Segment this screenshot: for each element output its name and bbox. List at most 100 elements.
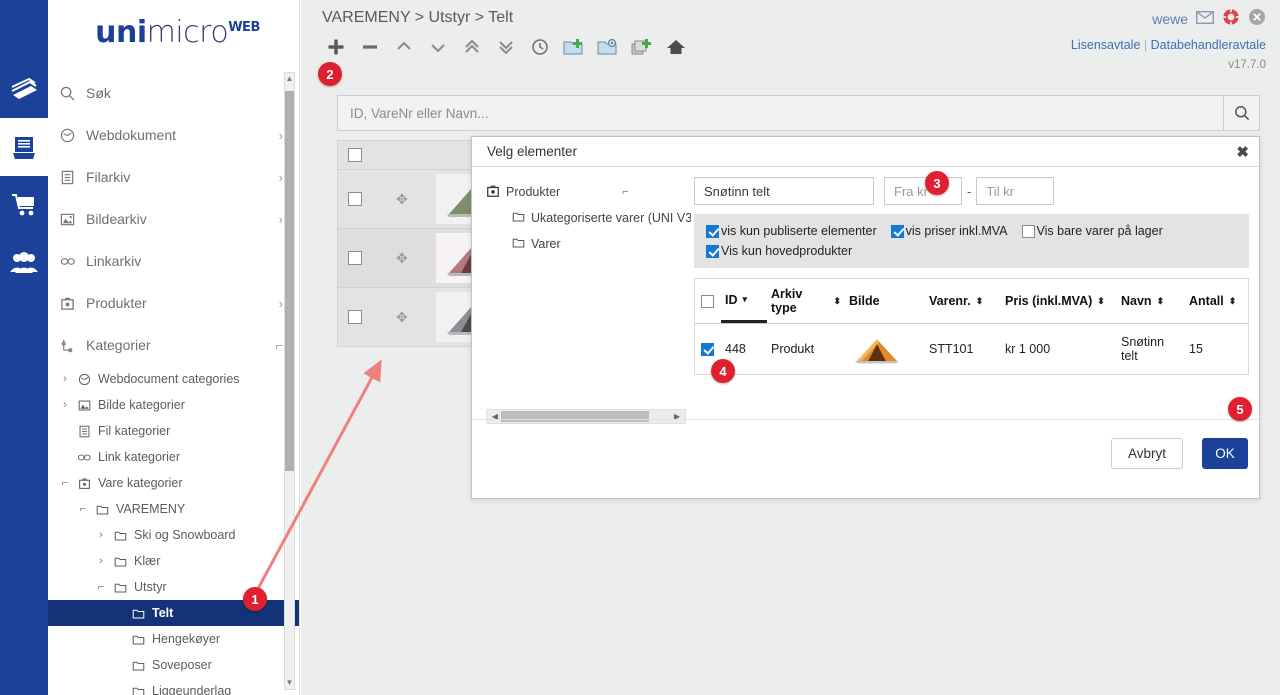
tree-item-varer[interactable]: Varer — [486, 231, 691, 257]
scroll-up-arrow[interactable]: ▲ — [285, 72, 294, 86]
twisty-icon[interactable]: › — [92, 555, 110, 567]
tree-item-webdocument-categories[interactable]: › Webdocument categories — [48, 366, 299, 392]
tree-label: Vare kategorier — [98, 476, 183, 490]
column-header-id[interactable]: ID ▾ — [721, 279, 767, 323]
tree-item-hengek-yer[interactable]: Hengekøyer — [48, 626, 299, 652]
rail-item-cart[interactable] — [0, 176, 48, 234]
twisty-icon[interactable]: ⌐ — [92, 581, 110, 593]
tree-item-fil-kategorier[interactable]: Fil kategorier — [48, 418, 299, 444]
drag-handle-icon[interactable]: ✥ — [396, 250, 408, 267]
twisty-icon[interactable]: › — [56, 373, 74, 385]
price-to-input[interactable]: Til kr — [976, 177, 1055, 205]
sidebar-scrollbar[interactable]: ▲ ▼ — [284, 72, 295, 690]
move-top-icon[interactable] — [461, 36, 483, 58]
row-checkbox[interactable] — [348, 192, 362, 206]
table-row[interactable]: 448 Produkt STT101 kr 1 000 Snøtinn telt… — [695, 324, 1248, 374]
dpa-link[interactable]: Databehandleravtale — [1151, 38, 1266, 52]
rail-item-users[interactable] — [0, 234, 48, 292]
product-search-input[interactable]: Snøtinn telt — [694, 177, 874, 205]
tree-item-ski-og-snowboard[interactable]: › Ski og Snowboard — [48, 522, 299, 548]
checkbox-published[interactable]: vis kun publiserte elementer — [706, 224, 877, 238]
scroll-down-arrow[interactable]: ▼ — [285, 676, 294, 690]
cell-pris: kr 1 000 — [1005, 342, 1051, 356]
checkbox-box[interactable] — [890, 224, 904, 238]
scrollbar-thumb[interactable] — [285, 91, 294, 471]
move-up-icon[interactable] — [393, 36, 415, 58]
row-checkbox[interactable] — [700, 342, 714, 356]
close-icon[interactable]: ✖ — [1236, 143, 1249, 161]
sidebar-item-sok[interactable]: Søk — [48, 72, 299, 114]
column-header-pris[interactable]: Pris (inkl.MVA) ⬍ — [1001, 279, 1117, 323]
tree-item-soveposer[interactable]: Soveposer — [48, 652, 299, 678]
filter-checkbox-panel: vis kun publiserte elementer vis priser … — [694, 214, 1249, 268]
chevron-icon: › — [278, 211, 283, 227]
column-header-antall[interactable]: Antall ⬍ — [1185, 279, 1243, 323]
add-database-icon[interactable] — [631, 36, 653, 58]
column-header-arkiv-type[interactable]: Arkiv type ⬍ — [767, 279, 845, 323]
cancel-button[interactable]: Avbryt — [1111, 438, 1183, 469]
app-root: unimicroWEB Søk Webdokument › Filarkiv ›… — [0, 0, 1280, 695]
twisty-icon[interactable]: › — [92, 529, 110, 541]
select-all-checkbox-cell[interactable] — [695, 279, 721, 323]
row-checkbox[interactable] — [348, 251, 362, 265]
twisty-icon[interactable]: › — [56, 399, 74, 411]
collapse-icon[interactable]: ⌐ — [622, 186, 628, 198]
column-label: Varenr. — [929, 294, 971, 308]
price-from-input[interactable]: Fra kr — [884, 177, 962, 205]
close-icon[interactable] — [1248, 8, 1266, 29]
remove-icon[interactable] — [359, 36, 381, 58]
tree-label: Ski og Snowboard — [134, 528, 236, 542]
tree-item-kl-r[interactable]: › Klær — [48, 548, 299, 574]
tree-label: Utstyr — [134, 580, 167, 594]
sidebar-item-filarkiv[interactable]: Filarkiv › — [48, 156, 299, 198]
ok-button[interactable]: OK — [1202, 438, 1248, 469]
home-icon[interactable] — [665, 36, 687, 58]
rail-item-archive[interactable] — [0, 118, 48, 176]
license-link[interactable]: Lisensavtale — [1071, 38, 1141, 52]
sidebar-item-bildearkiv[interactable]: Bildearkiv › — [48, 198, 299, 240]
folder-settings-icon[interactable] — [597, 36, 619, 58]
sidebar-item-webdokument[interactable]: Webdokument › — [48, 114, 299, 156]
checkbox-box[interactable] — [1021, 224, 1035, 238]
checkbox-box[interactable] — [706, 244, 719, 258]
checkbox-main-products-only[interactable]: Vis kun hovedprodukter — [706, 244, 852, 258]
top-bar: VAREMENY > Utstyr > Telt wewe Lisensavta… — [301, 0, 1280, 82]
row-checkbox[interactable] — [348, 310, 362, 324]
history-icon[interactable] — [529, 36, 551, 58]
tree-item-ukategoriserte[interactable]: Ukategoriserte varer (UNI V3 — [486, 205, 691, 231]
tree-item-vare-kategorier[interactable]: ⌐ Vare kategorier — [48, 470, 299, 496]
tree-item-bilde-kategorier[interactable]: › Bilde kategorier — [48, 392, 299, 418]
tree-label: Fil kategorier — [98, 424, 171, 438]
select-all-checkbox[interactable] — [700, 294, 714, 308]
tree-item-link-kategorier[interactable]: Link kategorier — [48, 444, 299, 470]
tree-label: Produkter — [506, 185, 561, 199]
twisty-icon[interactable]: ⌐ — [56, 477, 74, 489]
documents-icon — [11, 77, 37, 99]
rail-item-documents[interactable] — [0, 60, 48, 118]
column-header-bilde[interactable]: Bilde — [845, 279, 925, 323]
move-down-icon[interactable] — [427, 36, 449, 58]
lifebuoy-icon[interactable] — [1222, 8, 1240, 29]
tree-item-produkter[interactable]: Produkter ⌐ — [486, 179, 691, 205]
sort-icon: ⬍ — [975, 295, 984, 306]
column-header-navn[interactable]: Navn ⬍ — [1117, 279, 1185, 323]
new-folder-icon[interactable] — [563, 36, 585, 58]
sidebar-item-produkter[interactable]: Produkter › — [48, 282, 299, 324]
search-button[interactable] — [1224, 95, 1260, 131]
mail-icon[interactable] — [1195, 10, 1215, 27]
sidebar-item-kategorier[interactable]: Kategorier ⌐ — [48, 324, 299, 366]
column-header-varenr[interactable]: Varenr. ⬍ — [925, 279, 1001, 323]
sidebar-item-linkarkiv[interactable]: Linkarkiv — [48, 240, 299, 282]
select-all-checkbox[interactable] — [348, 148, 362, 162]
tree-item-varemeny[interactable]: ⌐ VAREMENY — [48, 496, 299, 522]
drag-handle-icon[interactable]: ✥ — [396, 191, 408, 208]
add-icon[interactable] — [325, 36, 347, 58]
checkbox-in-stock-only[interactable]: Vis bare varer på lager — [1021, 224, 1163, 238]
drag-handle-icon[interactable]: ✥ — [396, 309, 408, 326]
search-input[interactable]: ID, VareNr eller Navn... — [337, 95, 1224, 131]
move-bottom-icon[interactable] — [495, 36, 517, 58]
checkbox-box[interactable] — [706, 224, 719, 238]
tree-item-liggeunderlag[interactable]: Liggeunderlag — [48, 678, 299, 695]
twisty-icon[interactable]: ⌐ — [74, 503, 92, 515]
checkbox-prices-incl-vat[interactable]: vis priser inkl.MVA — [890, 224, 1008, 238]
